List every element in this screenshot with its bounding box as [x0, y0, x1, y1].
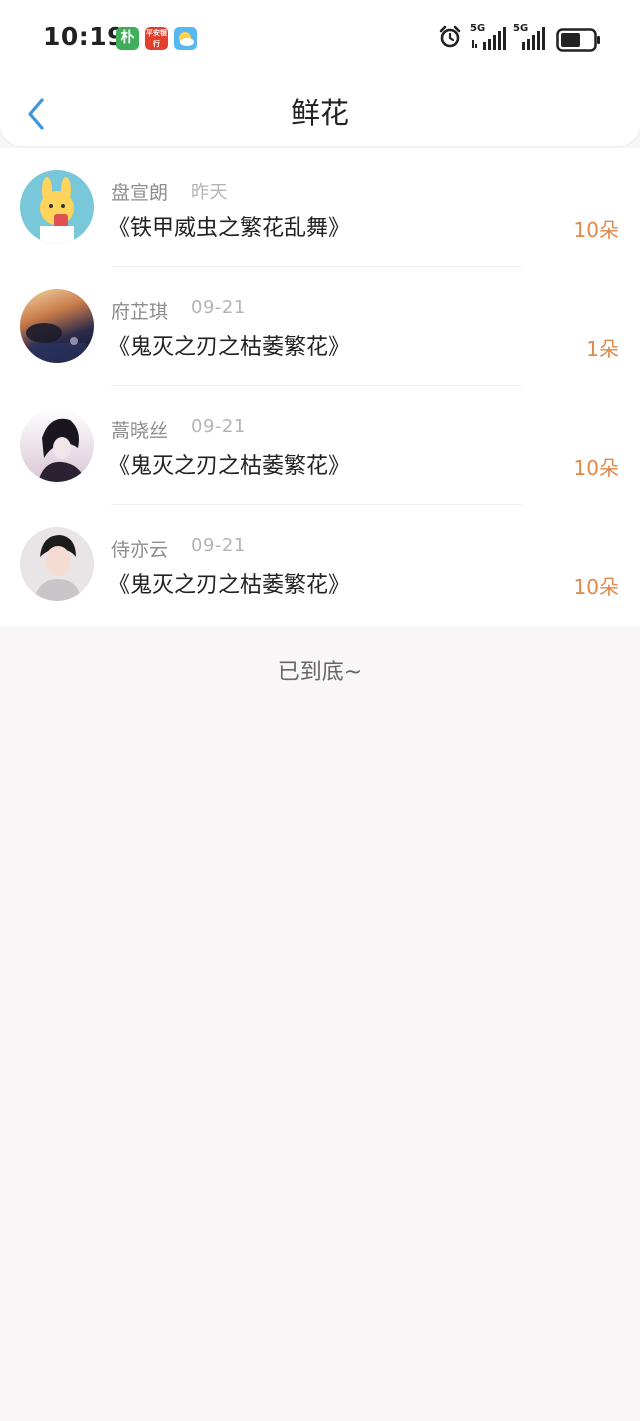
avatar[interactable]: [20, 289, 94, 363]
sender-name: 蒿晓丝: [111, 420, 169, 442]
send-date: 09-21: [191, 297, 246, 318]
end-of-list-text: 已到底~: [277, 660, 363, 685]
cellular-signal-icon-1: 5G: [470, 23, 508, 54]
flower-count: 10朵: [573, 456, 619, 480]
list-item[interactable]: 府芷琪 09-21 《鬼灭之刃之枯萎繁花》 1朵: [0, 267, 640, 386]
avatar[interactable]: [20, 170, 94, 244]
send-date: 昨天: [191, 182, 228, 203]
pu-app-icon: 朴: [116, 27, 139, 50]
book-title[interactable]: 《鬼灭之刃之枯萎繁花》: [108, 448, 350, 480]
book-title[interactable]: 《铁甲威虫之繁花乱舞》: [108, 210, 350, 242]
send-date: 09-21: [191, 416, 246, 437]
sender-name: 侍亦云: [111, 539, 169, 561]
pingan-bank-icon: 平安银行: [145, 27, 168, 50]
list-item[interactable]: 蒿晓丝 09-21 《鬼灭之刃之枯萎繁花》 10朵: [0, 386, 640, 505]
book-title[interactable]: 《鬼灭之刃之枯萎繁花》: [108, 567, 350, 599]
send-date: 09-21: [191, 535, 246, 556]
flower-count: 1朵: [586, 337, 619, 361]
header: 10:19 朴 平安银行 5G 5G 鲜花: [0, 0, 640, 146]
cellular-signal-icon-2: 5G: [513, 23, 547, 54]
list-item[interactable]: 侍亦云 09-21 《鬼灭之刃之枯萎繁花》 10朵: [0, 505, 640, 624]
flower-count: 10朵: [573, 218, 619, 242]
book-title[interactable]: 《鬼灭之刃之枯萎繁花》: [108, 329, 350, 361]
list-item[interactable]: 盘宣朗 昨天 《铁甲威虫之繁花乱舞》 10朵: [0, 148, 640, 267]
page-title: 鲜花: [290, 96, 349, 130]
avatar[interactable]: [20, 408, 94, 482]
status-time: 10:19: [43, 22, 126, 51]
alarm-icon: [438, 25, 462, 53]
battery-icon: [556, 28, 602, 56]
flower-count: 10朵: [573, 575, 619, 599]
status-bar: 10:19 朴 平安银行 5G 5G: [0, 0, 640, 78]
sender-name: 盘宣朗: [111, 182, 169, 204]
avatar[interactable]: [20, 527, 94, 601]
flower-record-list: 盘宣朗 昨天 《铁甲威虫之繁花乱舞》 10朵 府芷琪 09-21 《鬼灭之刃之枯…: [0, 148, 640, 626]
sender-name: 府芷琪: [111, 301, 169, 323]
weather-icon: [174, 27, 197, 50]
